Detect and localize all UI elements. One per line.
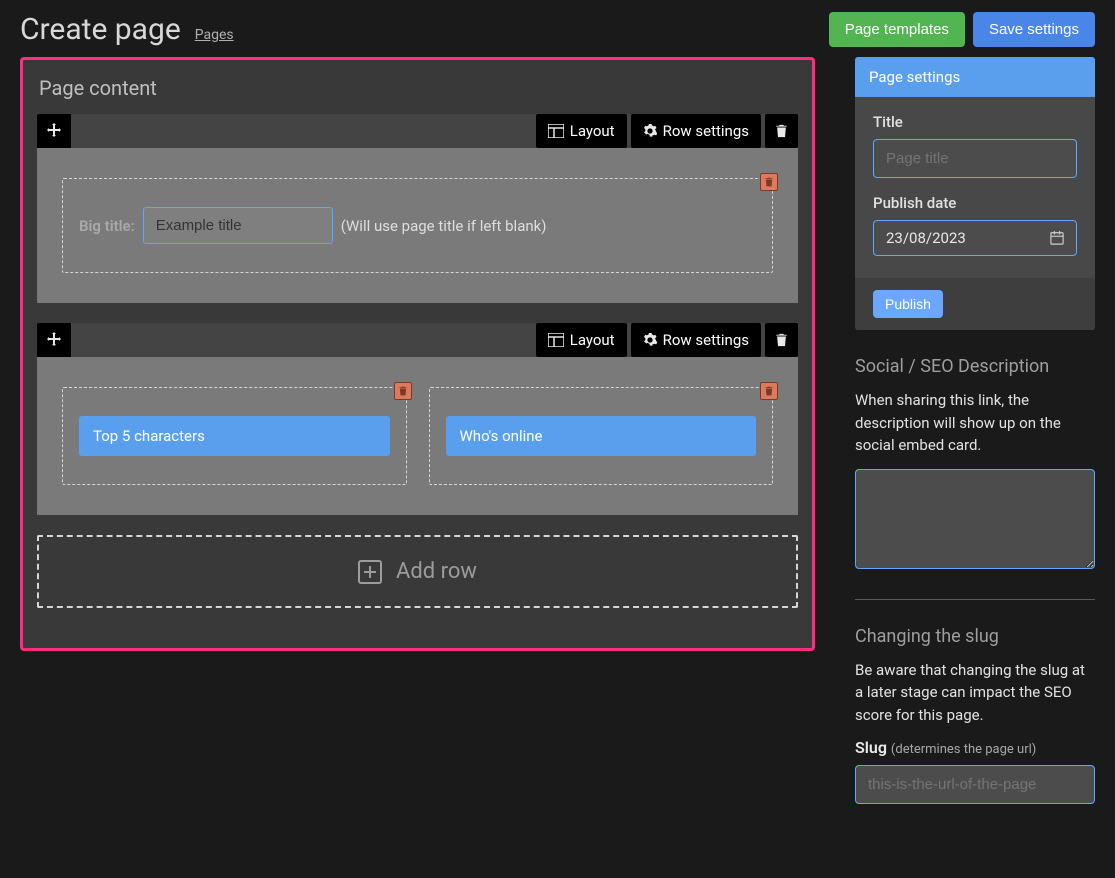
top-buttons: Page templates Save settings [829,12,1095,47]
title-label: Title [873,113,1077,131]
layout-label: Layout [570,331,615,349]
seo-description-input[interactable] [855,469,1095,569]
widget-chip[interactable]: Top 5 characters [79,416,390,456]
main-layout: Page content Layout Row settings [20,57,1095,804]
big-title-hint: (Will use page title if left blank) [341,217,547,235]
slug-help-text: Be aware that changing the slug at a lat… [855,659,1095,727]
page-settings-header: Page settings [855,57,1095,97]
content-cell: Big title: (Will use page title if left … [62,178,773,273]
trash-icon [775,124,788,138]
slug-label: Slug [855,738,887,757]
publish-date-value: 23/08/2023 [886,229,966,247]
content-row: Layout Row settings Big title: [37,114,798,303]
page-templates-button[interactable]: Page templates [829,12,965,47]
plus-square-icon [358,560,382,584]
page-content-heading: Page content [39,76,798,100]
drag-handle[interactable] [37,323,71,357]
slug-input[interactable] [855,765,1095,804]
big-title-field: Big title: (Will use page title if left … [79,207,756,244]
move-icon [46,123,62,139]
trash-icon [775,333,788,347]
row-body: Big title: (Will use page title if left … [37,148,798,303]
layout-label: Layout [570,122,615,140]
publish-date-input[interactable]: 23/08/2023 [873,220,1077,256]
cell-delete-button[interactable] [760,173,778,191]
seo-help-text: When sharing this link, the description … [855,389,1095,457]
row-delete-button[interactable] [765,323,798,357]
layout-button[interactable]: Layout [536,323,627,357]
calendar-icon [1050,231,1064,245]
row-settings-button[interactable]: Row settings [631,323,761,357]
save-settings-button[interactable]: Save settings [973,12,1095,47]
layout-icon [548,333,564,347]
seo-heading: Social / SEO Description [855,356,1095,377]
breadcrumb-pages[interactable]: Pages [195,27,234,43]
page-settings-body: Title Publish date 23/08/2023 [855,97,1095,278]
row-toolbar: Layout Row settings [37,323,798,357]
page-settings-card: Page settings Title Publish date 23/08/2… [855,57,1095,330]
content-row: Layout Row settings Top 5 characters [37,323,798,515]
cell-delete-button[interactable] [760,382,778,400]
content-cell: Who's online [429,387,774,485]
slug-sublabel: (determines the page url) [891,742,1036,757]
content-cell: Top 5 characters [62,387,407,485]
title-input[interactable] [873,139,1077,178]
publish-button[interactable]: Publish [873,290,943,318]
row-toolbar: Layout Row settings [37,114,798,148]
row-settings-button[interactable]: Row settings [631,114,761,148]
title-area: Create page Pages [20,12,234,47]
row-delete-button[interactable] [765,114,798,148]
publish-date-label: Publish date [873,194,1077,212]
drag-handle[interactable] [37,114,71,148]
layout-icon [548,124,564,138]
divider [855,599,1095,600]
sidebar: Page settings Title Publish date 23/08/2… [855,57,1095,804]
move-icon [46,332,62,348]
row-settings-label: Row settings [663,122,749,140]
page-title: Create page [20,12,181,47]
trash-icon [764,177,774,187]
add-row-label: Add row [396,559,477,584]
seo-section: Social / SEO Description When sharing th… [855,356,1095,573]
big-title-label: Big title: [79,217,135,235]
top-bar: Create page Pages Page templates Save se… [20,12,1095,47]
cell-delete-button[interactable] [394,382,412,400]
row-body: Top 5 characters Who's online [37,357,798,515]
widget-chip[interactable]: Who's online [446,416,757,456]
big-title-input[interactable] [143,207,333,244]
trash-icon [398,386,408,396]
page-content-panel: Page content Layout Row settings [20,57,815,651]
add-row-button[interactable]: Add row [37,535,798,608]
row-settings-label: Row settings [663,331,749,349]
page-settings-footer: Publish [855,278,1095,330]
layout-button[interactable]: Layout [536,114,627,148]
slug-label-row: Slug (determines the page url) [855,738,1095,757]
trash-icon [764,386,774,396]
gear-icon [643,124,657,138]
slug-section: Changing the slug Be aware that changing… [855,626,1095,805]
slug-heading: Changing the slug [855,626,1095,647]
gear-icon [643,333,657,347]
